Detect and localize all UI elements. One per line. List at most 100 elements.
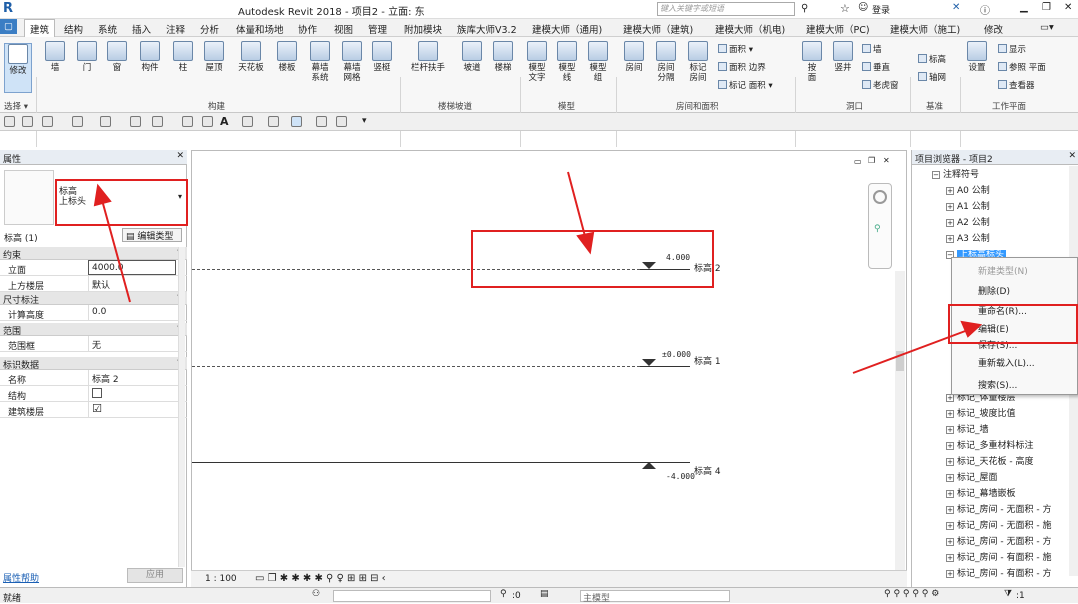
- user-icon[interactable]: ☺: [858, 2, 868, 13]
- login-button[interactable]: 登录: [872, 3, 890, 16]
- tree-item[interactable]: + 标记_房间 - 无面积 - 施: [946, 519, 1051, 534]
- tab-systems[interactable]: 系统: [98, 22, 117, 36]
- tab-modeling-general[interactable]: 建模大师（通用): [532, 22, 602, 36]
- select-group-label[interactable]: 选择 ▾: [4, 100, 28, 112]
- search-input[interactable]: 键入关键字或短语: [657, 2, 795, 16]
- window-button[interactable]: 窗: [104, 41, 130, 73]
- vertical-opening-button[interactable]: 垂直: [862, 61, 890, 73]
- tree-annotation-symbols[interactable]: − 注释符号: [932, 168, 979, 183]
- star-icon[interactable]: ☆: [840, 2, 850, 15]
- sync-icon[interactable]: [42, 116, 53, 127]
- level-line[interactable]: [640, 366, 690, 367]
- customize-qat-icon[interactable]: ▾: [362, 116, 367, 126]
- thin-lines-icon[interactable]: [291, 116, 302, 127]
- railing-button[interactable]: 栏杆扶手: [406, 41, 450, 73]
- instance-count[interactable]: 标高 (1): [4, 231, 38, 244]
- name-field[interactable]: 标高 2: [88, 370, 176, 385]
- dormer-button[interactable]: 老虎窗: [862, 79, 899, 91]
- door-button[interactable]: 门: [74, 41, 100, 73]
- design-option-dropdown[interactable]: 主模型: [580, 590, 730, 604]
- ref-plane-button[interactable]: 参照 平面: [998, 61, 1046, 73]
- measure-icon[interactable]: [152, 116, 163, 127]
- modify-button[interactable]: 修改: [4, 43, 32, 93]
- building-story-checkbox[interactable]: ☑: [92, 403, 102, 414]
- viewer-button[interactable]: 查看器: [998, 79, 1035, 91]
- edit-type-button[interactable]: ▤ 编辑类型: [122, 228, 182, 242]
- save-icon[interactable]: [22, 116, 33, 127]
- section-dimensions[interactable]: 尺寸标注⌃: [0, 292, 187, 306]
- mullion-button[interactable]: 竖梃: [369, 41, 395, 73]
- close-button[interactable]: ✕: [1064, 2, 1072, 13]
- project-browser-close-icon[interactable]: ✕: [1068, 151, 1076, 161]
- close-hidden-icon[interactable]: [316, 116, 327, 127]
- open-icon[interactable]: [4, 116, 15, 127]
- worksets-icon[interactable]: ⚇: [312, 589, 320, 599]
- grid-button[interactable]: 轴网: [918, 71, 946, 83]
- tab-modeling-mep[interactable]: 建模大师（机电): [715, 22, 785, 36]
- design-options-icon[interactable]: ▤: [540, 589, 549, 599]
- tab-view[interactable]: 视图: [334, 22, 353, 36]
- tab-insert[interactable]: 插入: [132, 22, 151, 36]
- tab-modeling-pc[interactable]: 建模大师（PC): [806, 22, 870, 36]
- tab-modify-app[interactable]: ▢: [0, 19, 17, 34]
- tree-item[interactable]: + 标记_房间 - 无面积 - 方: [946, 535, 1051, 550]
- selection-filter-icons[interactable]: ⚲ ⚲ ⚲ ⚲ ⚲ ⚙: [884, 589, 939, 599]
- by-face-button[interactable]: 按 面: [800, 41, 824, 83]
- area-button[interactable]: 面积 ▾: [718, 43, 753, 55]
- tree-item[interactable]: + 标记_墙: [946, 423, 989, 438]
- aligned-dimension-icon[interactable]: [182, 116, 193, 127]
- 3d-view-icon[interactable]: [242, 116, 253, 127]
- tree-item[interactable]: + 标记_房间 - 有面积 - 方: [946, 567, 1051, 582]
- undo-icon[interactable]: [72, 116, 83, 127]
- curtain-system-button[interactable]: 幕墙 系统: [306, 41, 334, 83]
- elevation-field[interactable]: 4000.0: [88, 260, 176, 275]
- tag-icon[interactable]: [202, 116, 213, 127]
- filter-icon[interactable]: ⧩: [1004, 589, 1012, 599]
- properties-close-icon[interactable]: ✕: [176, 151, 184, 161]
- set-workplane-button[interactable]: 设置: [964, 41, 990, 73]
- tab-analyze[interactable]: 分析: [200, 22, 219, 36]
- tree-item[interactable]: + 标记_屋面: [946, 471, 998, 486]
- canvas-vertical-scrollbar[interactable]: [895, 271, 905, 571]
- minimize-button[interactable]: ▁: [1020, 2, 1028, 13]
- level-button[interactable]: 标高: [918, 53, 946, 65]
- binoculars-icon[interactable]: ⚲: [801, 3, 808, 14]
- section-icon[interactable]: [268, 116, 279, 127]
- tree-item[interactable]: + 标记_天花板 - 高度: [946, 455, 1033, 470]
- tree-item[interactable]: + A1 公制: [946, 200, 990, 215]
- stair-button[interactable]: 楼梯: [490, 41, 516, 73]
- tab-family-library[interactable]: 族库大师V3.2: [457, 22, 517, 36]
- roof-button[interactable]: 屋顶: [200, 41, 228, 73]
- ceiling-button[interactable]: 天花板: [235, 41, 267, 73]
- tab-structure[interactable]: 结构: [64, 22, 83, 36]
- drawing-canvas[interactable]: ▭ ❐ ✕ ⚲ 4.000 标高 2 ±0.000 标高 1 -4.000 标高…: [191, 150, 907, 587]
- text-icon[interactable]: A: [220, 115, 229, 128]
- room-separator-button[interactable]: 房间 分隔: [652, 41, 680, 83]
- room-button[interactable]: 房间: [620, 41, 648, 73]
- scope-box-field[interactable]: 无: [88, 336, 176, 351]
- tree-item[interactable]: + 标记_幕墙嵌板: [946, 487, 1016, 502]
- shaft-button[interactable]: 竖井: [830, 41, 856, 73]
- menu-new-type[interactable]: 新建类型(N): [978, 264, 1028, 277]
- workset-dropdown[interactable]: [333, 590, 491, 602]
- menu-reload[interactable]: 重新载入(L)...: [978, 356, 1035, 369]
- tag-room-button[interactable]: 标记 房间: [684, 41, 712, 83]
- apply-button[interactable]: 应用: [127, 568, 183, 583]
- story-above-field[interactable]: 默认: [88, 276, 176, 291]
- model-text-button[interactable]: 模型 文字: [524, 41, 550, 83]
- revit-logo-icon[interactable]: R: [3, 1, 17, 17]
- tree-item[interactable]: + 标记_坡度比值: [946, 407, 1016, 422]
- tree-item[interactable]: + A2 公制: [946, 216, 990, 231]
- zoom-icon[interactable]: ⚲: [874, 224, 881, 234]
- structural-checkbox[interactable]: [92, 388, 102, 398]
- section-extents[interactable]: 范围⌃: [0, 323, 187, 337]
- view-close-icon[interactable]: ✕: [883, 156, 890, 165]
- view-scale[interactable]: 1 : 100: [205, 574, 237, 584]
- ramp-button[interactable]: 坡道: [458, 41, 486, 73]
- tree-item[interactable]: + 标记_房间 - 有面积 - 施: [946, 551, 1051, 566]
- print-icon[interactable]: [130, 116, 141, 127]
- navigation-bar[interactable]: ⚲: [868, 183, 892, 269]
- tab-collaborate[interactable]: 协作: [298, 22, 317, 36]
- computation-height-field[interactable]: 0.0: [88, 305, 176, 320]
- section-constraints[interactable]: 约束⌃: [0, 247, 187, 261]
